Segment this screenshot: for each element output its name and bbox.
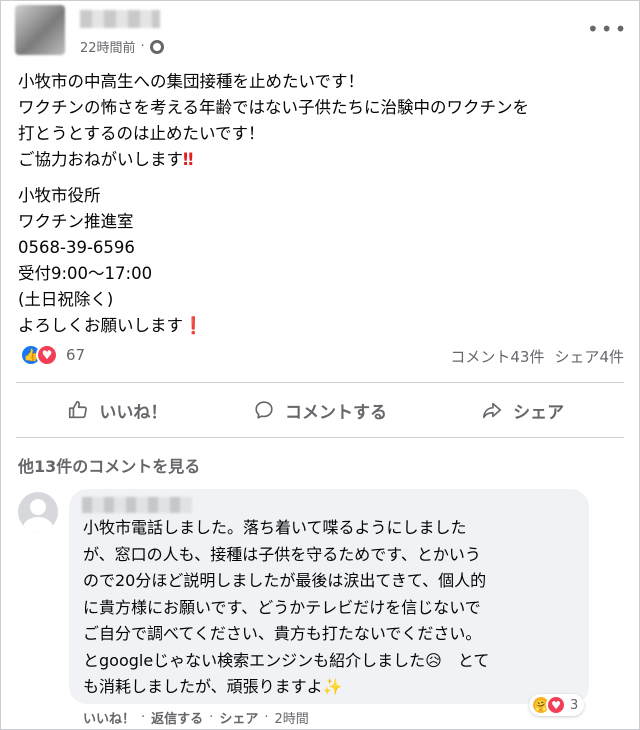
contact-line: ワクチン推進室	[18, 212, 134, 231]
reaction-summary[interactable]: 👍 ♥ 67	[20, 344, 85, 366]
comment-line: も消耗しましたが、頑張りますよ✨	[83, 677, 343, 696]
globe-icon	[149, 39, 164, 54]
post-timestamp[interactable]: 22時間前	[80, 37, 136, 56]
comment-actions: いいね！ · 返信する · シェア · 2時間	[83, 708, 309, 727]
thumbs-up-icon	[69, 400, 88, 419]
comment-button[interactable]: コメントする	[219, 388, 422, 432]
comment-time[interactable]: 2時間	[274, 708, 308, 727]
comment-line: に貴方様にお願いです、どうかテレビだけを信じないで	[83, 597, 481, 617]
reaction-count[interactable]: 67	[66, 346, 85, 364]
comment-share-button[interactable]: シェア	[219, 708, 258, 727]
comment-reactions[interactable]: 🤗 ♥ 3	[529, 694, 585, 716]
like-button[interactable]: いいね！	[16, 388, 219, 432]
view-more-comments-link[interactable]: 他13件のコメントを見る	[18, 453, 200, 477]
contact-line: 0568-39-6596	[18, 238, 135, 257]
comment-reply-button[interactable]: 返信する	[151, 708, 203, 727]
love-reaction-icon: ♥	[546, 695, 566, 715]
contact-line-text: よろしくお願いします	[18, 316, 183, 335]
post-line: 打とうとするのは止めたいです！	[18, 124, 265, 143]
comment-line: ご自分で調べてください、貴方も打たないでください。	[83, 624, 482, 643]
exclamation-icon: ❗	[183, 316, 204, 335]
double-exclamation-icon: ‼	[183, 150, 194, 169]
comment-line: 小牧市電話しました。落ち着いて喋るようにしました	[83, 518, 467, 537]
love-reaction-icon: ♥	[36, 344, 58, 366]
post-line: ワクチンの怖さを考える年齢ではない子供たちに治験中のワクチンを	[18, 98, 530, 117]
contact-line: よろしくお願いします❗	[18, 313, 628, 339]
comment-count[interactable]: コメント43件	[450, 346, 544, 367]
comment-button-label: コメントする	[285, 402, 387, 423]
author-name-redacted[interactable]	[80, 10, 160, 28]
avatar-body-shape	[23, 517, 53, 532]
comment-text: 小牧市電話しました。落ち着いて喋るようにしました が、窓口の人も、接種は子供を守…	[83, 515, 578, 701]
dot-separator: ·	[141, 710, 146, 725]
avatar-head-shape	[30, 499, 46, 515]
comment-reaction-count: 3	[570, 697, 579, 713]
post-action-bar: いいね！ コメントする シェア	[16, 388, 624, 432]
more-options-icon[interactable]: •••	[587, 19, 628, 39]
contact-line: 受付9:00～17:00	[18, 264, 153, 283]
divider	[16, 437, 624, 438]
comment-line: ので20分ほど説明しましたが最後は涙出てきて、個人的	[83, 571, 487, 590]
comment-line: が、窓口の人も、接種は子供を守るためです、とかいう	[83, 544, 481, 564]
post-line-text: ご協力おねがいします	[18, 150, 183, 169]
like-button-label: いいね！	[99, 402, 168, 423]
share-button[interactable]: シェア	[421, 388, 624, 432]
share-count[interactable]: シェア4件	[554, 346, 624, 367]
post-meta: 22時間前 ·	[80, 37, 164, 56]
dot-separator: ·	[264, 710, 269, 725]
share-icon	[483, 402, 502, 419]
dot-separator: ·	[209, 710, 214, 725]
share-button-label: シェア	[513, 402, 565, 423]
author-avatar[interactable]	[15, 5, 65, 55]
post-text: 小牧市の中高生への集団接種を止めたいです！ ワクチンの怖さを考える年齢ではない子…	[18, 69, 628, 339]
commenter-avatar[interactable]	[18, 492, 58, 532]
commenter-name-redacted[interactable]	[82, 497, 192, 513]
post-line: ご協力おねがいします‼	[18, 147, 628, 173]
meta-separator: ·	[140, 39, 145, 54]
divider	[16, 382, 624, 383]
comment-line: とgoogleじゃない検索エンジンも紹介しました😥 とて	[83, 650, 490, 670]
contact-line: (土日祝除く)	[18, 290, 114, 309]
comment-icon	[255, 401, 273, 419]
contact-line: 小牧市役所	[18, 186, 101, 205]
engagement-counts: コメント43件 シェア4件	[450, 346, 624, 367]
post-line: 小牧市の中高生への集団接種を止めたいです！	[18, 72, 365, 91]
comment-like-button[interactable]: いいね！	[83, 708, 135, 727]
